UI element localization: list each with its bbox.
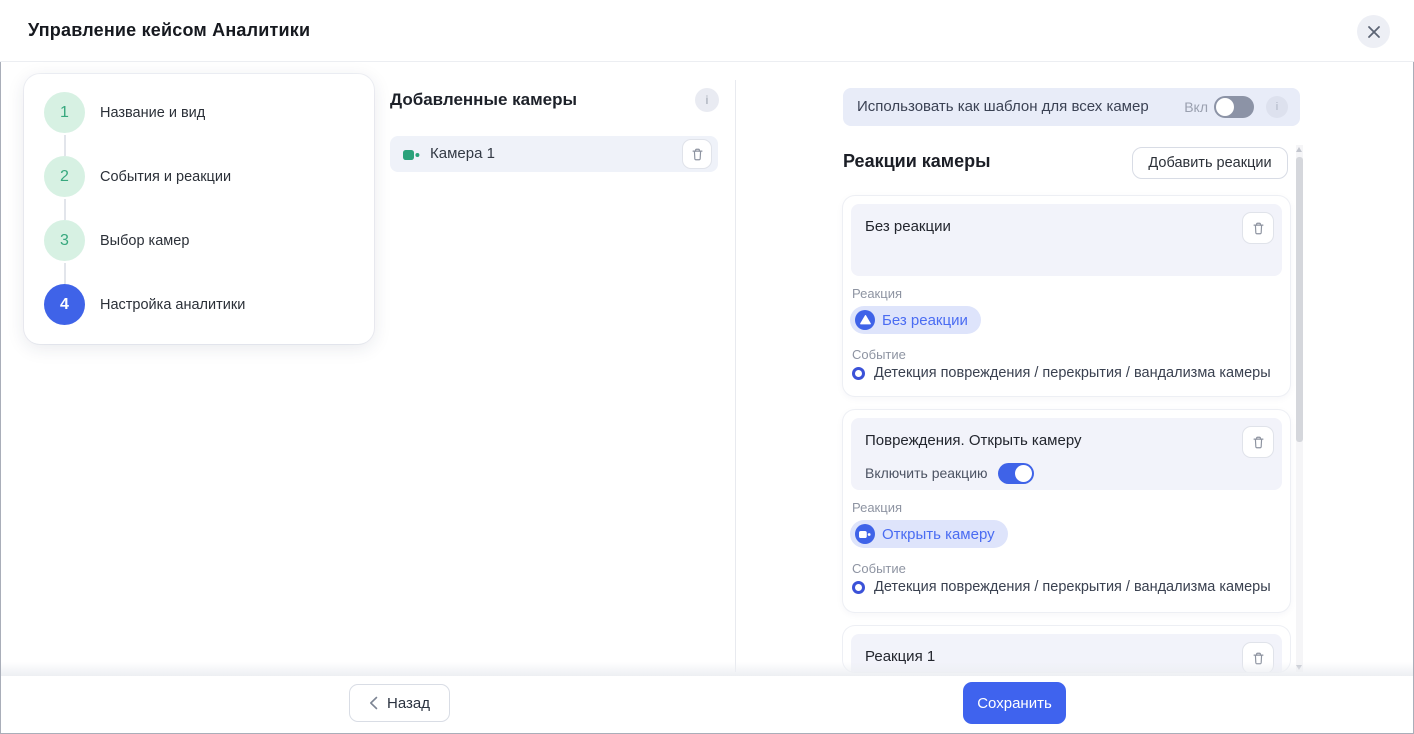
step-connector — [64, 199, 66, 220]
step-number-badge-active: 4 — [44, 284, 85, 325]
reaction-card: Повреждения. Открыть камеру Включить реа… — [843, 410, 1290, 612]
template-banner: Использовать как шаблон для всех камер В… — [843, 88, 1300, 126]
camera-name: Камера 1 — [430, 145, 495, 162]
back-button[interactable]: Назад — [349, 684, 450, 722]
toggle-state-label: Вкл — [1184, 99, 1208, 115]
event-bullet-icon — [852, 580, 865, 594]
stepper-step-analytics-settings[interactable]: 4 Настройка аналитики — [24, 284, 374, 325]
step-label: События и реакции — [100, 168, 232, 185]
reaction-card-header: Без реакции — [851, 204, 1282, 276]
footer-shadow — [1, 662, 1413, 676]
chevron-left-icon — [369, 696, 378, 710]
event-text: Детекция повреждения / перекрытия / ванд… — [874, 579, 1271, 595]
camera-list-item[interactable]: Камера 1 — [390, 136, 718, 172]
delete-reaction-button[interactable] — [1242, 426, 1274, 458]
event-field-label: Событие — [852, 561, 906, 576]
trash-icon — [1253, 222, 1263, 234]
column-divider — [735, 80, 736, 672]
trash-icon — [1253, 436, 1263, 448]
reaction-field-label: Реакция — [852, 286, 902, 301]
dialog-title: Управление кейсом Аналитики — [28, 20, 311, 40]
reaction-chip[interactable]: Без реакции — [850, 306, 981, 334]
back-button-label: Назад — [387, 694, 430, 712]
enable-reaction-toggle[interactable] — [997, 462, 1034, 484]
event-text: Детекция повреждения / перекрытия / ванд… — [874, 365, 1271, 381]
event-field-label: Событие — [852, 347, 906, 362]
step-number-badge: 3 — [44, 220, 85, 261]
scroll-up-arrow-icon[interactable] — [1296, 147, 1302, 152]
reaction-field-label: Реакция — [852, 500, 902, 515]
template-toggle[interactable] — [1214, 96, 1254, 118]
added-cameras-info-icon[interactable]: i — [695, 88, 719, 112]
save-button[interactable]: Сохранить — [963, 682, 1066, 724]
close-button[interactable] — [1357, 15, 1390, 48]
reaction-chip-label: Без реакции — [882, 311, 968, 329]
dialog-header: Управление кейсом Аналитики — [0, 0, 1414, 62]
toggle-knob — [1014, 464, 1032, 482]
stepper-step-events-reactions[interactable]: 2 События и реакции — [24, 156, 374, 197]
reaction-card-header: Повреждения. Открыть камеру Включить реа… — [851, 418, 1282, 490]
step-label: Выбор камер — [100, 232, 190, 249]
step-label: Название и вид — [100, 104, 206, 121]
dialog-footer: Назад Сохранить — [1, 676, 1413, 733]
reaction-card: Без реакции Реакция Без реакции Событие … — [843, 196, 1290, 396]
enable-reaction-label: Включить реакцию — [865, 465, 988, 481]
trash-icon — [692, 148, 702, 160]
template-info-icon[interactable]: i — [1266, 96, 1288, 118]
scrollbar-thumb[interactable] — [1296, 157, 1303, 442]
stepper-step-name-and-type[interactable]: 1 Название и вид — [24, 92, 374, 133]
event-row: Детекция повреждения / перекрытия / ванд… — [852, 579, 1271, 595]
reaction-card-title: Без реакции — [865, 218, 951, 235]
enable-reaction-row: Включить реакцию — [865, 462, 1034, 484]
delete-camera-button[interactable] — [682, 139, 712, 169]
reactions-scrollbar[interactable] — [1296, 145, 1303, 672]
step-number-badge: 1 — [44, 92, 85, 133]
wizard-stepper: 1 Название и вид 2 События и реакции 3 В… — [24, 74, 374, 344]
toggle-knob — [1216, 98, 1234, 116]
step-number-badge: 2 — [44, 156, 85, 197]
camera-icon — [403, 148, 420, 166]
step-connector — [64, 263, 66, 284]
delete-reaction-button[interactable] — [1242, 212, 1274, 244]
close-icon — [1367, 25, 1380, 38]
event-bullet-icon — [852, 366, 865, 380]
template-banner-label: Использовать как шаблон для всех камер — [857, 98, 1149, 115]
no-reaction-icon — [855, 310, 875, 330]
reaction-card-title: Повреждения. Открыть камеру — [865, 432, 1082, 449]
added-cameras-title: Добавленные камеры — [390, 90, 578, 109]
step-label: Настройка аналитики — [100, 296, 246, 313]
step-connector — [64, 135, 66, 156]
event-row: Детекция повреждения / перекрытия / ванд… — [852, 365, 1271, 381]
reactions-title: Реакции камеры — [843, 151, 991, 171]
manage-case-dialog: Управление кейсом Аналитики 1 Название и… — [0, 0, 1414, 734]
add-reactions-button[interactable]: Добавить реакции — [1132, 147, 1288, 179]
open-camera-icon — [855, 524, 875, 544]
reaction-chip[interactable]: Открыть камеру — [850, 520, 1008, 548]
stepper-step-camera-selection[interactable]: 3 Выбор камер — [24, 220, 374, 261]
reaction-chip-label: Открыть камеру — [882, 525, 995, 543]
